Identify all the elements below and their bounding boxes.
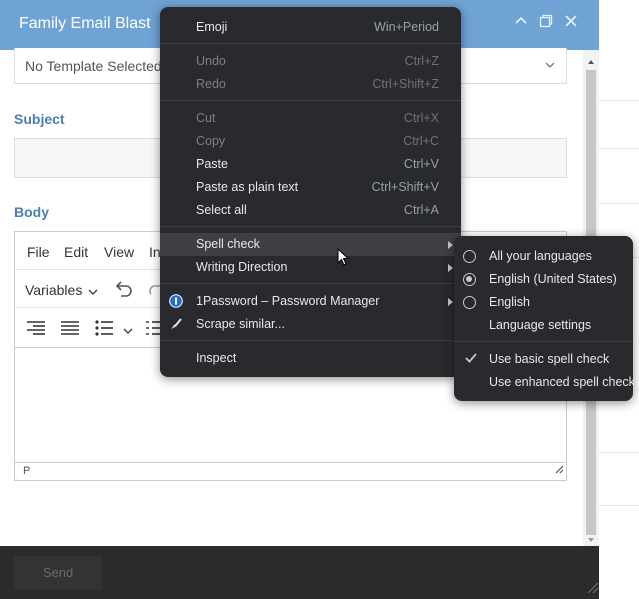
undo-icon[interactable] [113,280,133,303]
ctx-emoji-shortcut: Win+Period [374,20,439,34]
ctx-writing-direction-label: Writing Direction [196,260,288,274]
ctx-scrape-similar[interactable]: Scrape similar... [160,313,461,336]
check-icon [464,351,478,368]
ctx-copy-label: Copy [196,134,226,148]
menu-separator [160,340,461,341]
variables-dropdown[interactable]: Variables [25,282,82,298]
ctx-paste-plain-shortcut: Ctrl+Shift+V [371,180,439,194]
bullet-list-icon[interactable] [95,320,113,341]
spell-english-us[interactable]: English (United States) [454,268,633,291]
scrape-brush-icon [169,317,183,334]
ctx-emoji-label: Emoji [196,20,228,34]
ctx-writing-direction[interactable]: Writing Direction [160,256,461,279]
radio-button-selected [463,273,476,286]
menu-separator [454,341,633,342]
context-menu: Emoji Win+Period Undo Ctrl+Z Redo Ctrl+S… [160,7,461,377]
minimize-icon[interactable] [511,14,531,34]
ctx-undo-label: Undo [196,54,226,68]
resize-grip-icon[interactable] [554,461,564,479]
ctx-paste[interactable]: Paste Ctrl+V [160,153,461,176]
ctx-redo-shortcut: Ctrl+Shift+Z [372,77,439,91]
chevron-down-icon[interactable] [122,323,134,341]
menu-separator [160,100,461,101]
ctx-cut-label: Cut [196,111,216,125]
ctx-select-all[interactable]: Select all Ctrl+A [160,199,461,222]
spell-english[interactable]: English [454,291,633,314]
ctx-paste-shortcut: Ctrl+V [403,157,439,171]
ctx-redo-label: Redo [196,77,226,91]
spellcheck-submenu: All your languages English (United State… [454,236,635,401]
dialog-title: Family Email Blast [19,15,151,32]
ctx-scrape-similar-label: Scrape similar... [196,317,285,331]
chevron-down-icon [544,58,556,76]
resize-grip-icon[interactable] [585,580,599,599]
menu-insert[interactable]: In [149,244,161,260]
background-divider [599,505,639,506]
ctx-cut-shortcut: Ctrl+X [403,111,439,125]
radio-button [463,250,476,263]
background-divider [599,203,639,204]
spell-basic[interactable]: Use basic spell check [454,348,633,371]
ctx-1password[interactable]: 1Password – Password Manager [160,290,461,313]
ctx-paste-plain[interactable]: Paste as plain text Ctrl+Shift+V [160,176,461,199]
menu-separator [160,283,461,284]
ctx-emoji[interactable]: Emoji Win+Period [160,16,461,39]
spell-basic-label: Use basic spell check [489,352,610,366]
ctx-undo[interactable]: Undo Ctrl+Z [160,50,461,73]
ctx-paste-label: Paste [196,157,228,171]
submenu-arrow-icon [448,264,453,272]
background-divider [599,452,639,453]
onepassword-icon [169,294,183,311]
menu-edit[interactable]: Edit [64,244,88,260]
ctx-copy[interactable]: Copy Ctrl+C [160,130,461,153]
ctx-undo-shortcut: Ctrl+Z [404,54,439,68]
spell-language-settings[interactable]: Language settings [454,314,633,337]
radio-button [463,296,476,309]
ctx-inspect[interactable]: Inspect [160,347,461,370]
element-path: P [23,465,31,477]
submenu-arrow-icon [448,241,453,249]
ctx-cut[interactable]: Cut Ctrl+X [160,107,461,130]
scroll-up-arrow[interactable] [583,54,599,64]
ctx-spell-check[interactable]: Spell check [160,233,461,256]
spell-all-languages-label: All your languages [489,249,592,263]
justify-icon[interactable] [61,320,79,341]
dialog-footer: Send [0,546,599,599]
menu-file[interactable]: File [27,244,50,260]
menu-separator [160,43,461,44]
mouse-cursor-icon [337,247,350,272]
submenu-arrow-icon [448,298,453,306]
subject-label: Subject [14,111,65,127]
spell-all-languages[interactable]: All your languages [454,245,633,268]
ctx-select-all-shortcut: Ctrl+A [403,203,439,217]
body-label: Body [14,204,49,220]
ctx-select-all-label: Select all [196,203,247,217]
align-right-icon[interactable] [27,320,45,341]
spell-english-label: English [489,295,530,309]
editor-statusbar: P [15,462,566,481]
scroll-down-arrow[interactable] [583,532,599,542]
template-select-value: No Template Selected [25,58,162,74]
ctx-spell-check-label: Spell check [196,237,260,251]
close-icon[interactable] [561,14,581,34]
ctx-inspect-label: Inspect [196,351,237,365]
background-divider [599,148,639,149]
spell-enhanced[interactable]: Use enhanced spell check [454,371,635,394]
background-divider [599,100,639,101]
spell-enhanced-label: Use enhanced spell check [489,375,635,389]
ctx-1password-label: 1Password – Password Manager [196,294,380,308]
menu-separator [160,226,461,227]
spell-english-us-label: English (United States) [489,272,617,286]
ctx-paste-plain-label: Paste as plain text [196,180,299,194]
ctx-redo[interactable]: Redo Ctrl+Shift+Z [160,73,461,96]
spell-language-settings-label: Language settings [489,318,592,332]
menu-view[interactable]: View [104,244,134,260]
chevron-down-icon[interactable] [87,284,99,302]
send-button[interactable]: Send [14,556,102,590]
ctx-copy-shortcut: Ctrl+C [403,134,439,148]
redo-icon[interactable] [147,280,161,303]
maximize-icon[interactable] [536,14,556,34]
